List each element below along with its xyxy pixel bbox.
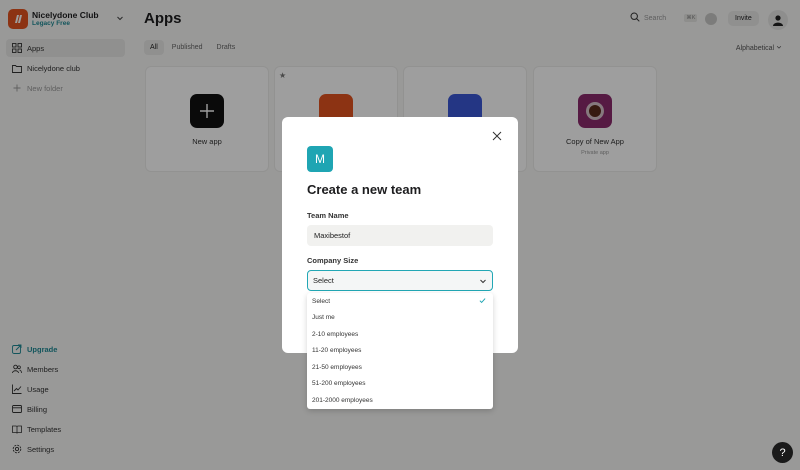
chevron-down-icon xyxy=(479,277,487,287)
help-button[interactable]: ? xyxy=(772,442,793,463)
dropdown-option[interactable]: 11-20 employees xyxy=(307,343,493,359)
checkmark-icon xyxy=(479,297,486,306)
dropdown-option[interactable]: 21-50 employees xyxy=(307,359,493,375)
company-size-label: Company Size xyxy=(307,256,359,265)
dropdown-option[interactable]: 201-2000 employees xyxy=(307,392,493,408)
dropdown-option[interactable]: Select xyxy=(307,293,493,309)
close-icon[interactable] xyxy=(490,129,504,143)
company-size-select[interactable]: Select xyxy=(307,270,493,291)
company-size-dropdown: Select Just me 2-10 employees 11-20 empl… xyxy=(307,293,493,409)
dropdown-option[interactable]: Just me xyxy=(307,310,493,326)
dropdown-option[interactable]: 2-10 employees xyxy=(307,326,493,342)
team-name-input[interactable] xyxy=(307,225,493,246)
team-avatar: M xyxy=(307,146,333,172)
modal-title: Create a new team xyxy=(307,182,422,197)
select-value: Select xyxy=(313,276,334,285)
dropdown-option[interactable]: 51-200 employees xyxy=(307,376,493,392)
team-name-label: Team Name xyxy=(307,211,349,220)
